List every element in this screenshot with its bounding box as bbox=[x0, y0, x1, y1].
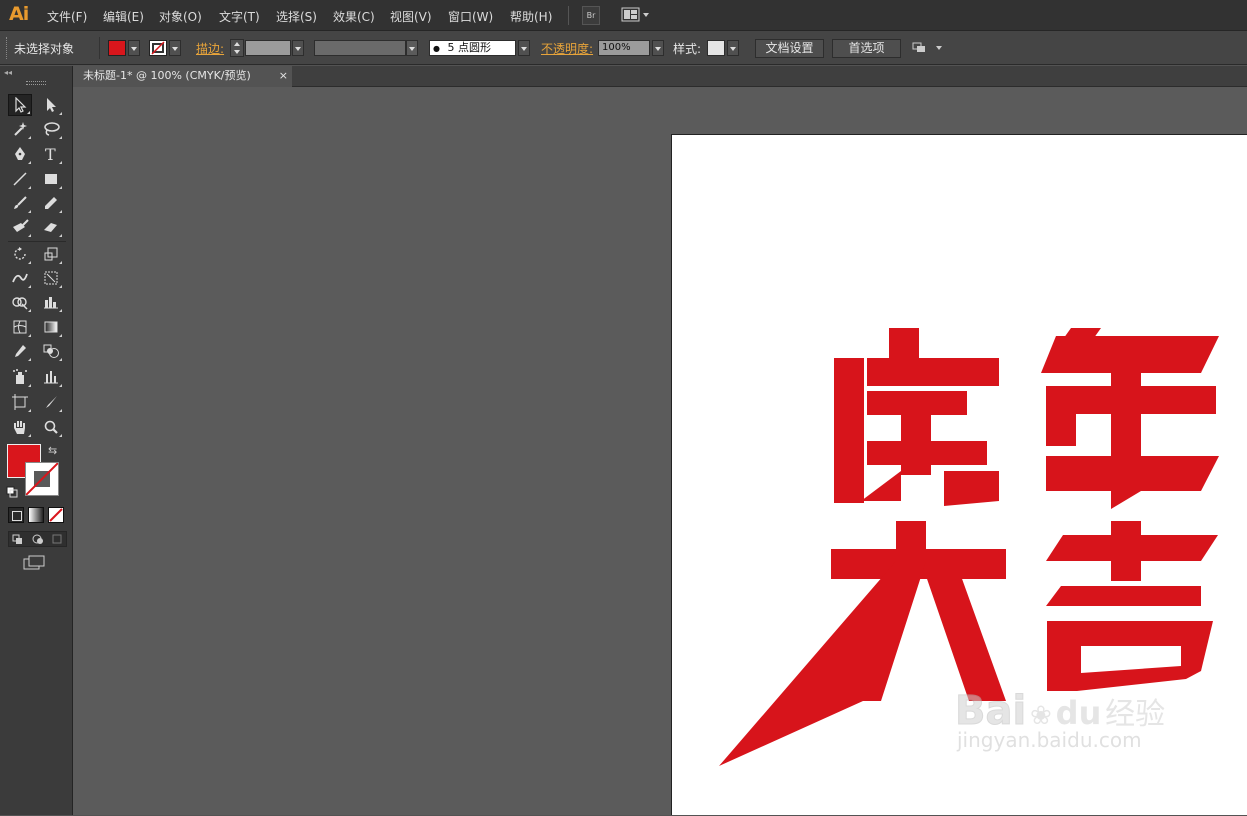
opacity-label[interactable]: 不透明度: bbox=[541, 40, 593, 57]
pencil-icon[interactable] bbox=[39, 192, 63, 214]
direct-selection-tool-icon[interactable] bbox=[39, 94, 63, 116]
stroke-dropdown[interactable] bbox=[169, 40, 181, 56]
menu-bar: Ai 文件(F) 编辑(E) 对象(O) 文字(T) 选择(S) 效果(C) 视… bbox=[0, 0, 1247, 31]
baidu-watermark: Bai ❀ du 经验 jingyan.baidu.com bbox=[954, 688, 1166, 753]
tools-panel: ◂◂ T ⇆ bbox=[0, 66, 73, 815]
eraser-icon[interactable] bbox=[39, 216, 63, 238]
artboard-icon[interactable] bbox=[8, 391, 32, 413]
stroke-weight-stepper[interactable] bbox=[230, 39, 244, 57]
graphic-style-swatch[interactable] bbox=[707, 40, 725, 56]
fill-color-swatch[interactable] bbox=[108, 40, 126, 56]
style-label: 样式: bbox=[673, 42, 702, 56]
lasso-icon[interactable] bbox=[39, 118, 63, 140]
fill-dropdown[interactable] bbox=[128, 40, 140, 56]
menu-file[interactable]: 文件(F) bbox=[47, 8, 87, 25]
brush-definition-field[interactable]: ● 5 点圆形 bbox=[429, 40, 516, 56]
opacity-field[interactable]: 100% bbox=[598, 40, 650, 56]
blend-icon[interactable] bbox=[39, 340, 63, 362]
svg-text:T: T bbox=[45, 146, 56, 162]
draw-modes-group bbox=[8, 531, 67, 547]
column-graph-icon[interactable] bbox=[39, 366, 63, 388]
stroke-none-swatch[interactable] bbox=[149, 40, 167, 56]
menu-view[interactable]: 视图(V) bbox=[390, 8, 432, 25]
menu-type[interactable]: 文字(T) bbox=[219, 8, 260, 25]
document-tab-bar: 未标题-1* @ 100% (CMYK/预览) × bbox=[73, 66, 1247, 87]
rectangle-icon[interactable] bbox=[39, 168, 63, 190]
control-bar-grip[interactable] bbox=[6, 37, 9, 59]
watermark-product: 经验 bbox=[1105, 697, 1166, 732]
pen-icon[interactable] bbox=[8, 143, 32, 165]
close-tab-icon[interactable]: × bbox=[279, 66, 288, 86]
collapse-panel-icon[interactable]: ◂◂ bbox=[4, 68, 12, 77]
menu-edit[interactable]: 编辑(E) bbox=[103, 8, 144, 25]
menu-window[interactable]: 窗口(W) bbox=[448, 8, 493, 25]
arrange-documents-icon[interactable] bbox=[621, 7, 651, 23]
variable-width-profile[interactable] bbox=[314, 40, 406, 56]
magic-wand-icon[interactable] bbox=[8, 118, 32, 140]
menu-divider bbox=[568, 6, 569, 25]
hand-icon[interactable] bbox=[8, 416, 32, 438]
rotate-icon[interactable] bbox=[8, 243, 32, 265]
watermark-url: jingyan.baidu.com bbox=[957, 728, 1142, 752]
watermark-paw-icon: ❀ bbox=[1030, 701, 1052, 731]
divider bbox=[99, 37, 100, 59]
app-logo: Ai bbox=[9, 3, 29, 25]
selection-status: 未选择对象 bbox=[14, 42, 75, 56]
zoom-icon[interactable] bbox=[39, 416, 63, 438]
menu-help[interactable]: 帮助(H) bbox=[510, 8, 552, 25]
gradient-mode-icon[interactable] bbox=[28, 507, 44, 523]
stroke-swatch[interactable] bbox=[25, 462, 59, 496]
screen-mode-icon[interactable] bbox=[23, 555, 47, 571]
slice-icon[interactable] bbox=[39, 391, 63, 413]
selection-tool-icon[interactable] bbox=[8, 94, 32, 116]
menu-select[interactable]: 选择(S) bbox=[276, 8, 317, 25]
free-transform-icon[interactable] bbox=[39, 267, 63, 289]
line-icon[interactable] bbox=[8, 168, 32, 190]
symbol-sprayer-icon[interactable] bbox=[8, 366, 32, 388]
document-tab-title: 未标题-1* @ 100% (CMYK/预览) bbox=[83, 69, 251, 82]
panel-grip[interactable] bbox=[26, 81, 46, 85]
brush-dot-icon: ● bbox=[433, 44, 440, 53]
swap-fill-stroke-icon[interactable]: ⇆ bbox=[48, 444, 57, 457]
scale-icon[interactable] bbox=[39, 243, 63, 265]
default-fill-stroke-icon[interactable] bbox=[6, 486, 18, 498]
stroke-weight-dropdown[interactable] bbox=[292, 40, 304, 56]
gradient-icon[interactable] bbox=[39, 316, 63, 338]
eyedropper-icon[interactable] bbox=[8, 340, 32, 362]
menu-object[interactable]: 对象(O) bbox=[159, 8, 202, 25]
control-bar: 未选择对象 描边: ● 5 点圆形 不透明度: 100% 样式: 文档设置 首选… bbox=[0, 31, 1247, 65]
opacity-dropdown[interactable] bbox=[652, 40, 664, 56]
blob-brush-icon[interactable] bbox=[8, 216, 32, 238]
none-mode-icon[interactable] bbox=[48, 507, 64, 523]
stroke-weight-field[interactable] bbox=[245, 40, 291, 56]
document-tab[interactable]: 未标题-1* @ 100% (CMYK/预览) × bbox=[73, 66, 292, 87]
paintbrush-icon[interactable] bbox=[8, 192, 32, 214]
brush-dropdown[interactable] bbox=[518, 40, 530, 56]
menu-effect[interactable]: 效果(C) bbox=[333, 8, 375, 25]
preferences-button[interactable]: 首选项 bbox=[832, 39, 901, 58]
bridge-button[interactable]: Br bbox=[582, 6, 600, 25]
arrange-icon[interactable] bbox=[912, 41, 946, 55]
mesh-icon[interactable] bbox=[8, 316, 32, 338]
tools-divider bbox=[8, 241, 66, 242]
color-mode-icon[interactable] bbox=[8, 507, 24, 523]
warp-icon[interactable] bbox=[8, 267, 32, 289]
type-icon[interactable]: T bbox=[39, 143, 63, 165]
brush-definition-label: 5 点圆形 bbox=[447, 41, 491, 54]
shape-builder-icon[interactable] bbox=[8, 291, 32, 313]
stroke-label[interactable]: 描边: bbox=[196, 40, 224, 57]
document-setup-button[interactable]: 文档设置 bbox=[755, 39, 824, 58]
watermark-brand-2: du bbox=[1055, 694, 1102, 732]
graphic-style-dropdown[interactable] bbox=[727, 40, 739, 56]
variable-width-dropdown[interactable] bbox=[406, 40, 418, 56]
graph-icon[interactable] bbox=[39, 291, 63, 313]
